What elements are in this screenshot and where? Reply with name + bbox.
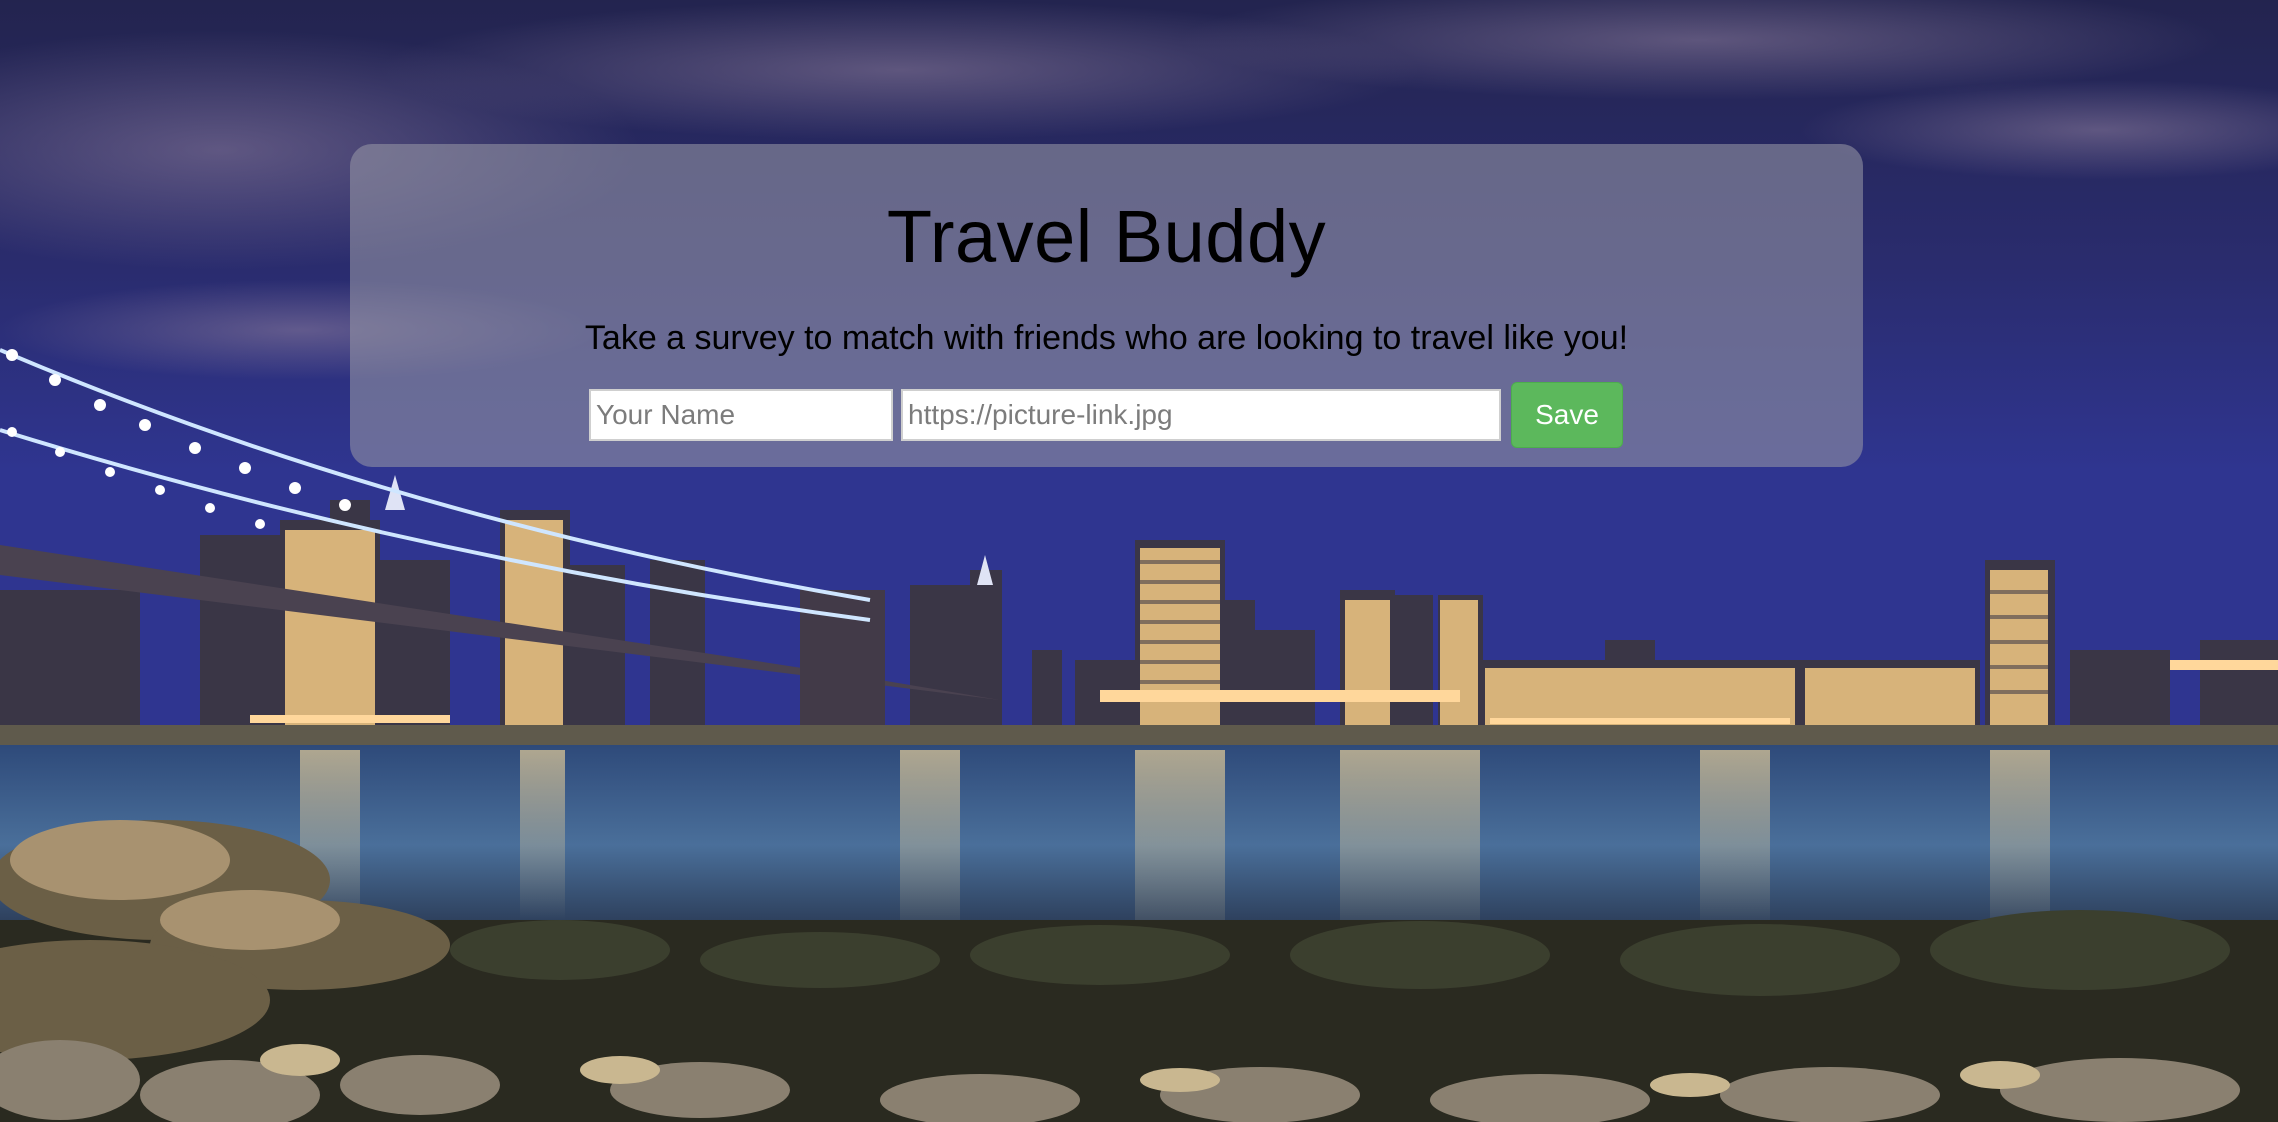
name-input[interactable] [589,389,893,441]
profile-form: Save [589,381,1623,449]
signup-panel: Travel Buddy Take a survey to match with… [350,144,1863,467]
page-title: Travel Buddy [886,195,1327,278]
page-subtitle: Take a survey to match with friends who … [584,319,1629,357]
picture-link-input[interactable] [901,389,1501,441]
save-button[interactable]: Save [1511,382,1623,448]
